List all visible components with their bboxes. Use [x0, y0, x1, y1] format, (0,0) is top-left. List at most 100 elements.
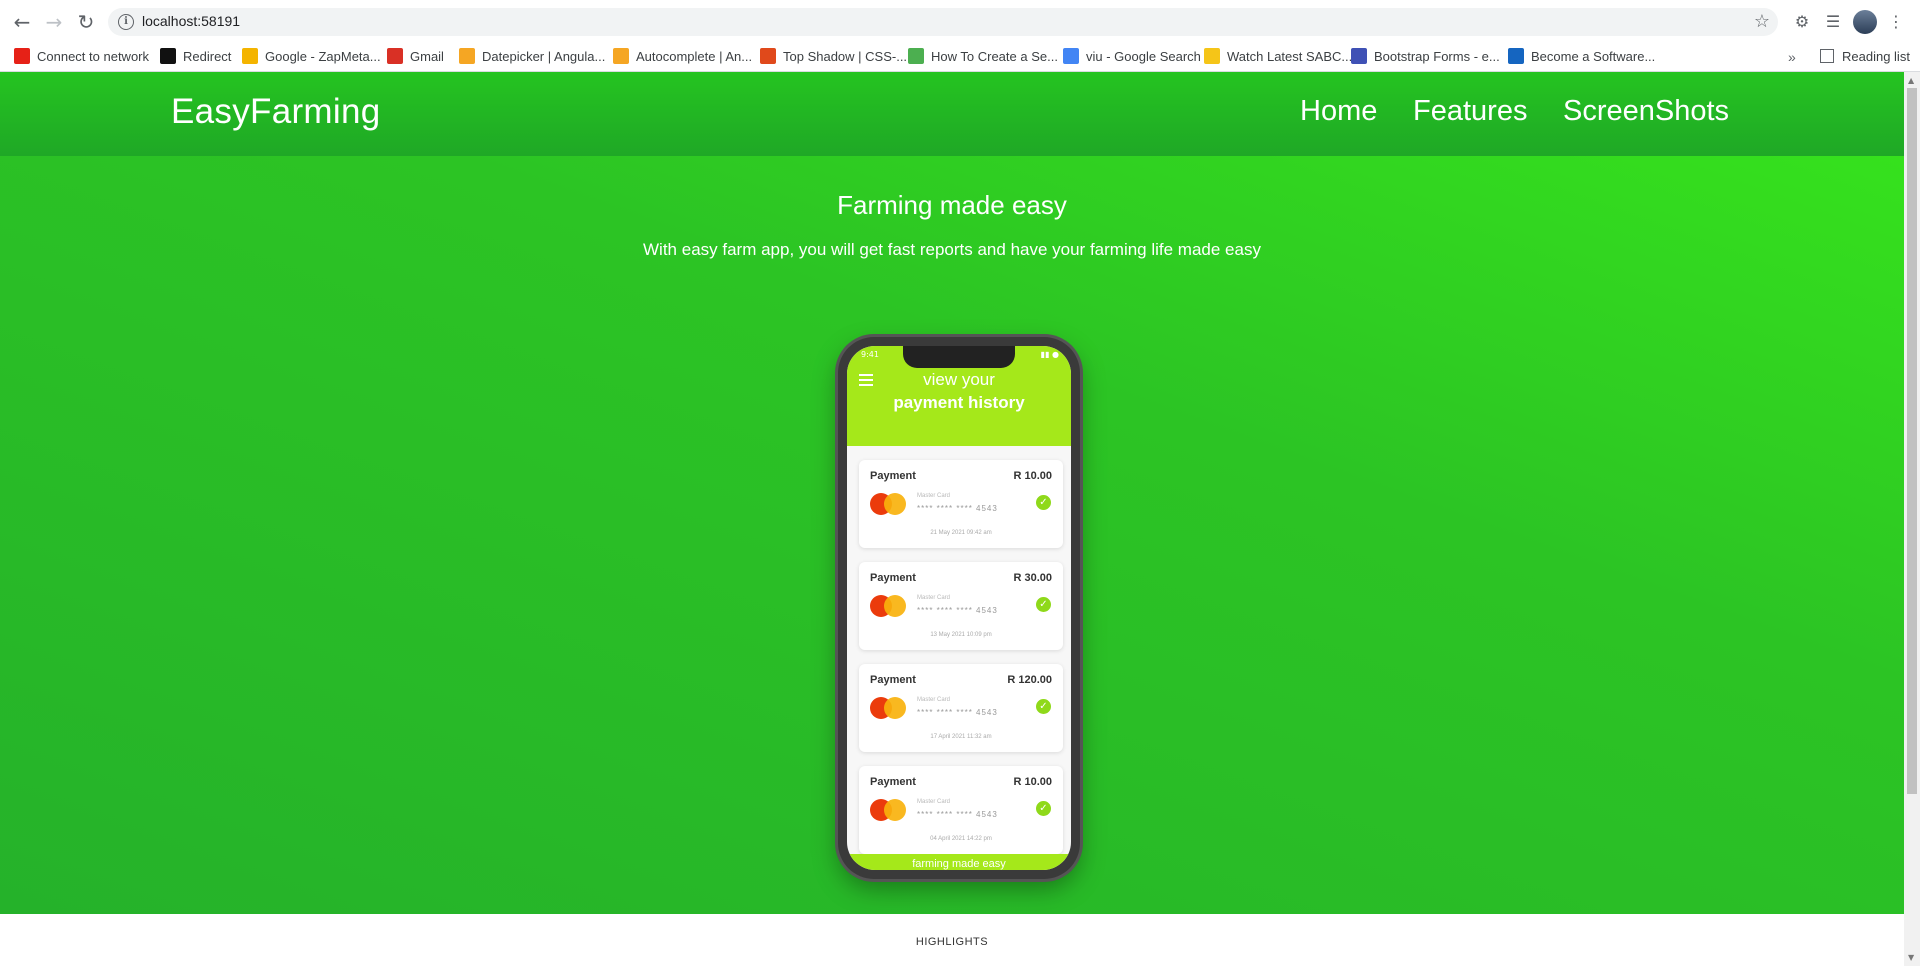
bookmark-favicon-icon [613, 48, 629, 64]
media-queue-icon[interactable]: ☰ [1821, 10, 1845, 34]
checkmark-icon: ✓ [1036, 597, 1051, 612]
brand-logo[interactable]: EasyFarming [171, 92, 380, 132]
site-navbar: EasyFarming Home Features ScreenShots [0, 72, 1904, 156]
status-time: 9:41 [861, 350, 879, 359]
bookmark-item[interactable]: Become a Software... [1508, 44, 1655, 72]
reload-icon[interactable]: ↻ [74, 10, 98, 34]
bookmark-favicon-icon [387, 48, 403, 64]
payment-card[interactable]: Payment R 30.00 Master Card **** **** **** … [859, 562, 1063, 650]
card-number: **** **** **** 4543 [917, 606, 998, 615]
kebab-menu-icon[interactable]: ⋮ [1884, 10, 1908, 34]
highlights-heading: HIGHLIGHTS [915, 936, 989, 948]
payment-date: 21 May 2021 09:42 am [930, 530, 992, 536]
bookmark-item[interactable]: Gmail [387, 44, 444, 72]
payment-date: 17 April 2021 11:32 am [930, 734, 992, 740]
url-text[interactable]: localhost:58191 [142, 13, 240, 29]
bookmark-favicon-icon [1063, 48, 1079, 64]
site-info-icon[interactable]: i [118, 14, 134, 30]
page-viewport: EasyFarming Home Features ScreenShots Fa… [0, 72, 1904, 966]
bookmark-star-icon[interactable]: ☆ [1754, 11, 1770, 32]
payment-card[interactable]: Payment R 10.00 Master Card **** **** **** … [859, 766, 1063, 854]
bookmark-favicon-icon [1351, 48, 1367, 64]
bookmark-label: Become a Software... [1531, 49, 1656, 64]
forward-icon[interactable]: → [42, 10, 66, 34]
card-number: **** **** **** 4543 [917, 708, 998, 717]
bookmark-item[interactable]: viu - Google Search [1063, 44, 1201, 72]
card-type: Master Card [917, 799, 951, 805]
hero-headline: Farming made easy [837, 190, 1067, 220]
bookmark-item[interactable]: Top Shadow | CSS-... [760, 44, 907, 72]
bookmark-item[interactable]: Datepicker | Angula... [459, 44, 605, 72]
payment-amount: R 120.00 [1007, 674, 1052, 686]
app-title-line2: payment history [893, 393, 1025, 412]
bookmark-label: Autocomplete | An... [636, 49, 753, 64]
bookmark-label: Connect to network [37, 49, 150, 64]
browser-toolbar: ← → ↻ i localhost:58191 ☆ ⚙ ☰ ⋮ [0, 0, 1920, 44]
reading-list-icon [1820, 49, 1834, 63]
payment-amount: R 10.00 [1013, 776, 1052, 788]
browser-chrome: ← → ↻ i localhost:58191 ☆ ⚙ ☰ ⋮ Connect … [0, 0, 1920, 72]
back-icon[interactable]: ← [10, 10, 34, 34]
hero-section: EasyFarming Home Features ScreenShots Fa… [0, 72, 1904, 914]
bookmark-label: Watch Latest SABC... [1227, 49, 1353, 64]
bookmark-favicon-icon [1204, 48, 1220, 64]
mastercard-icon [870, 799, 906, 821]
scroll-down-icon[interactable]: ▼ [1908, 953, 1914, 962]
page-scrollbar[interactable]: ▲ ▼ [1904, 72, 1920, 966]
bookmark-item[interactable]: How To Create a Se... [908, 44, 1058, 72]
hero-subline: With easy farm app, you will get fast re… [643, 240, 1261, 259]
bookmark-item[interactable]: Connect to network [14, 44, 149, 72]
bookmark-label: Datepicker | Angula... [482, 49, 606, 64]
bookmark-favicon-icon [1508, 48, 1524, 64]
payment-amount: R 10.00 [1013, 470, 1052, 482]
payment-label: Payment [870, 776, 916, 788]
payment-date: 13 May 2021 10:09 pm [930, 632, 992, 638]
address-bar[interactable]: i localhost:58191 ☆ [108, 8, 1778, 36]
bookmark-favicon-icon [160, 48, 176, 64]
checkmark-icon: ✓ [1036, 699, 1051, 714]
bookmark-favicon-icon [242, 48, 258, 64]
reading-list-button[interactable]: Reading list [1820, 44, 1910, 70]
bookmark-item[interactable]: Autocomplete | An... [613, 44, 752, 72]
bookmark-favicon-icon [14, 48, 30, 64]
payment-label: Payment [870, 674, 916, 686]
payment-card[interactable]: Payment R 10.00 Master Card **** **** **** … [859, 460, 1063, 548]
bookmark-label: Redirect [183, 49, 232, 64]
app-footer: farming made easy [847, 854, 1071, 870]
nav-link-home[interactable]: Home [1300, 95, 1377, 128]
bookmarks-bar: Connect to network Redirect Google - ZapMe… [0, 44, 1920, 72]
card-number: **** **** **** 4543 [917, 504, 998, 513]
bookmark-label: viu - Google Search [1086, 49, 1201, 64]
mastercard-icon [870, 595, 906, 617]
bookmark-favicon-icon [459, 48, 475, 64]
extensions-icon[interactable]: ⚙ [1790, 10, 1814, 34]
card-number: **** **** **** 4543 [917, 810, 998, 819]
nav-link-features[interactable]: Features [1413, 95, 1527, 128]
app-title-line1: view your [923, 370, 995, 389]
bookmarks-overflow-icon[interactable]: » [1788, 44, 1796, 70]
payment-card[interactable]: Payment R 120.00 Master Card **** **** ****… [859, 664, 1063, 752]
checkmark-icon: ✓ [1036, 801, 1051, 816]
profile-avatar[interactable] [1853, 10, 1877, 34]
bookmark-item[interactable]: Google - ZapMeta... [242, 44, 381, 72]
phone-mockup: 9:41 ▮▮ ● view your payment history Paym… [838, 337, 1080, 879]
card-type: Master Card [917, 697, 951, 703]
bookmark-label: Google - ZapMeta... [265, 49, 381, 64]
bookmark-item[interactable]: Bootstrap Forms - e... [1351, 44, 1500, 72]
mastercard-icon [870, 493, 906, 515]
checkmark-icon: ✓ [1036, 495, 1051, 510]
mastercard-icon [870, 697, 906, 719]
payment-amount: R 30.00 [1013, 572, 1052, 584]
nav-link-screenshots[interactable]: ScreenShots [1563, 95, 1729, 128]
bookmark-label: Bootstrap Forms - e... [1374, 49, 1500, 64]
card-type: Master Card [917, 595, 951, 601]
phone-screen: 9:41 ▮▮ ● view your payment history Paym… [847, 346, 1071, 870]
bookmark-item[interactable]: Watch Latest SABC... [1204, 44, 1352, 72]
bookmark-item[interactable]: Redirect [160, 44, 231, 72]
scroll-thumb[interactable] [1907, 88, 1917, 794]
bookmark-favicon-icon [760, 48, 776, 64]
scroll-up-icon[interactable]: ▲ [1908, 76, 1914, 85]
bookmark-label: Gmail [410, 49, 444, 64]
reading-list-label: Reading list [1842, 49, 1910, 64]
payment-label: Payment [870, 470, 916, 482]
